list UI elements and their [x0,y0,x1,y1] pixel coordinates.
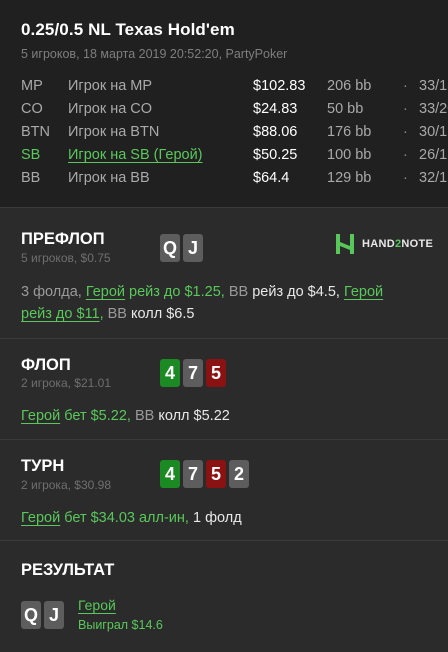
result-section: РЕЗУЛЬТАТ Q J Герой Выиграл $14.6 [0,540,448,652]
separator-dot: · [403,147,408,163]
hole-cards: Q J [160,234,203,262]
hero-link[interactable]: Герой [344,284,383,300]
player-position: BB [21,170,41,186]
playing-card: J [44,601,64,629]
playing-card: 7 [183,359,203,387]
player-stack: $102.83 [253,78,306,94]
playing-card: 2 [229,460,249,488]
player-stack: $88.06 [253,124,298,140]
player-stack: $50.25 [253,147,298,163]
player-name[interactable]: Игрок на BTN [68,124,159,140]
hand2note-logo[interactable]: HAND2NOTE [334,233,433,255]
player-row-hero: SB Игрок на SB (Герой) $50.25 100 bb · 2… [21,147,448,170]
turn-section: ТУРН 2 игрока, $30.98 4 7 5 2 Герой бет … [0,439,448,540]
player-name-hero-link[interactable]: Игрок на SB (Герой) [68,147,203,163]
playing-card: 4 [160,460,180,488]
separator-dot: · [403,101,408,117]
hero-link[interactable]: Герой [21,510,60,526]
player-name[interactable]: Игрок на MP [68,78,152,94]
playing-card: Q [21,601,41,629]
player-stack-bb: 50 bb [327,101,364,117]
player-stack-bb: 129 bb [327,170,372,186]
playing-card: 5 [206,460,226,488]
playing-card: 4 [160,359,180,387]
board-cards: 4 7 5 [160,359,226,387]
playing-card: 7 [183,460,203,488]
winner-cards: Q J [21,601,64,629]
playing-card: J [183,234,203,262]
playing-card: 5 [206,359,226,387]
flop-title: ФЛОП [21,356,71,374]
turn-title: ТУРН [21,457,65,475]
turn-actions: Герой бет $34.03 алл-ин, 1 фолд [21,510,242,526]
separator-dot: · [403,78,408,94]
player-name[interactable]: Игрок на CO [68,101,152,117]
separator-dot: · [403,124,408,140]
hero-link[interactable]: Герой [86,284,125,300]
winnings: Выиграл $14.6 [78,618,163,632]
hand2note-logo-text: HAND2NOTE [362,238,434,250]
player-row: CO Игрок на CO $24.83 50 bb · 33/20 [21,101,448,124]
result-title: РЕЗУЛЬТАТ [21,561,115,579]
players-table: MP Игрок на MP $102.83 206 bb · 33/18 CO… [21,78,448,193]
player-stats: 33/18 [419,78,448,94]
hand-title: 0.25/0.5 NL Texas Hold'em [21,20,235,39]
player-stack-bb: 100 bb [327,147,372,163]
hero-link[interactable]: Герой [21,408,60,424]
player-stats: 26/17 [419,147,448,163]
flop-section: ФЛОП 2 игрока, $21.01 4 7 5 Герой бет $5… [0,338,448,439]
preflop-section: ПРЕФЛОП 5 игроков, $0.75 Q J HAND2NOTE 3… [0,207,448,338]
winner-link[interactable]: Герой [78,597,116,613]
flop-pot: 2 игрока, $21.01 [21,376,111,390]
player-row: BTN Игрок на BTN $88.06 176 bb · 30/17 [21,124,448,147]
hand-header: 0.25/0.5 NL Texas Hold'em 5 игроков, 18 … [0,0,448,207]
preflop-actions: 3 фолда, Герой рейз до $1.25, BB рейз до… [21,284,384,322]
turn-pot: 2 игрока, $30.98 [21,478,111,492]
flop-actions: Герой бет $5.22, BB колл $5.22 [21,408,230,424]
player-stack-bb: 176 bb [327,124,372,140]
player-stats: 30/17 [419,124,448,140]
player-stats: 33/20 [419,101,448,117]
player-position: SB [21,147,41,163]
player-stack: $24.83 [253,101,298,117]
preflop-title: ПРЕФЛОП [21,230,105,248]
hand-subtitle: 5 игроков, 18 марта 2019 20:52:20, Party… [21,47,288,61]
player-position: MP [21,78,43,94]
player-name[interactable]: Игрок на BB [68,170,150,186]
player-row: BB Игрок на BB $64.4 129 bb · 32/17 [21,170,448,193]
preflop-pot: 5 игроков, $0.75 [21,251,111,265]
player-position: CO [21,101,43,117]
player-row: MP Игрок на MP $102.83 206 bb · 33/18 [21,78,448,101]
separator-dot: · [403,170,408,186]
player-position: BTN [21,124,50,140]
hand2note-logo-icon [336,234,354,254]
hero-action: рейз до $11 [21,306,100,322]
player-stack: $64.4 [253,170,290,186]
playing-card: Q [160,234,180,262]
board-cards: 4 7 5 2 [160,460,249,488]
player-stats: 32/17 [419,170,448,186]
player-stack-bb: 206 bb [327,78,372,94]
